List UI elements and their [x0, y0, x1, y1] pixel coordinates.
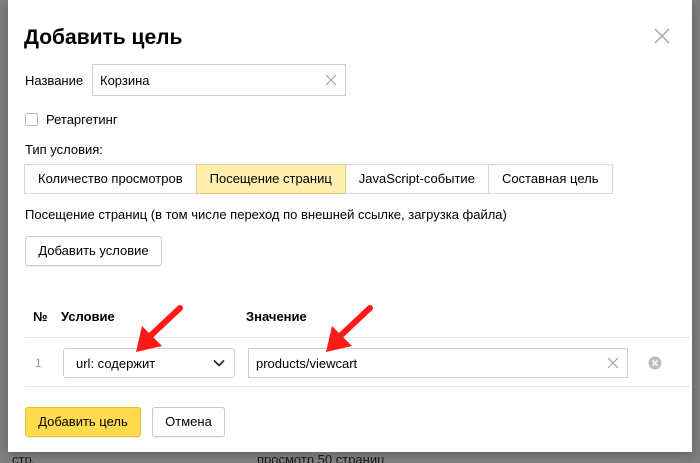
close-icon[interactable]	[652, 26, 672, 46]
tab-page-visit[interactable]: Посещение страниц	[195, 164, 346, 194]
remove-row-icon[interactable]	[648, 356, 662, 370]
name-label: Название	[25, 73, 84, 88]
chevron-down-icon	[213, 359, 225, 367]
clear-icon[interactable]	[325, 74, 337, 86]
goal-name-input[interactable]	[93, 65, 313, 95]
condition-select-value: url: содержит	[76, 356, 156, 371]
row-number: 1	[35, 356, 42, 370]
condition-value-field[interactable]	[248, 348, 628, 378]
tab-javascript-event[interactable]: JavaScript-событие	[344, 164, 489, 194]
retargeting-label: Ретаргетинг	[46, 112, 118, 127]
condition-value-input[interactable]	[249, 349, 594, 377]
table-divider	[25, 386, 690, 387]
add-goal-dialog: Добавить цель Название Ретаргетинг Тип у…	[8, 0, 692, 452]
retargeting-checkbox[interactable]	[25, 113, 38, 126]
goal-name-field[interactable]	[92, 64, 346, 96]
tab-composite-goal[interactable]: Составная цель	[487, 164, 613, 194]
tab-views-count[interactable]: Количество просмотров	[24, 164, 197, 194]
condition-type-tabs: Количество просмотров Посещение страниц …	[24, 164, 613, 194]
cancel-button[interactable]: Отмена	[152, 407, 225, 437]
condition-type-label: Тип условия:	[25, 142, 103, 157]
annotation-arrow-icon	[326, 305, 373, 352]
condition-description: Посещение страниц (в том числе переход п…	[25, 207, 507, 222]
clear-icon[interactable]	[607, 357, 619, 369]
add-condition-button[interactable]: Добавить условие	[25, 236, 162, 266]
column-header-number: №	[33, 309, 48, 324]
dialog-title: Добавить цель	[24, 26, 183, 49]
column-header-condition: Условие	[61, 309, 115, 324]
column-header-value: Значение	[246, 309, 307, 324]
annotation-arrow-icon	[136, 305, 183, 352]
add-goal-button[interactable]: Добавить цель	[25, 407, 141, 437]
background-text: просмотр 50 страниц	[257, 452, 385, 463]
retargeting-checkbox-row[interactable]: Ретаргетинг	[25, 112, 118, 127]
background-text: стр.	[12, 452, 36, 463]
